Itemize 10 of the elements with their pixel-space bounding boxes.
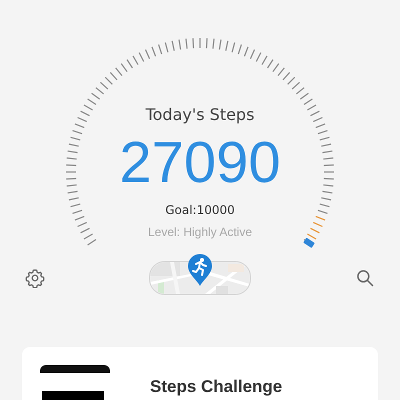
card-title: Steps Challenge: [150, 377, 282, 397]
settings-icon[interactable]: [25, 268, 45, 288]
step-count: 27090: [119, 130, 281, 196]
progress-marker: [303, 238, 315, 248]
search-icon[interactable]: [355, 268, 375, 288]
steps-title: Today's Steps: [146, 104, 254, 126]
challenge-card[interactable]: Steps Challenge: [22, 347, 378, 400]
runner-pin-icon[interactable]: [187, 253, 213, 287]
goal-text: Goal:10000: [165, 202, 235, 218]
activity-level: Level: Highly Active: [148, 224, 252, 240]
